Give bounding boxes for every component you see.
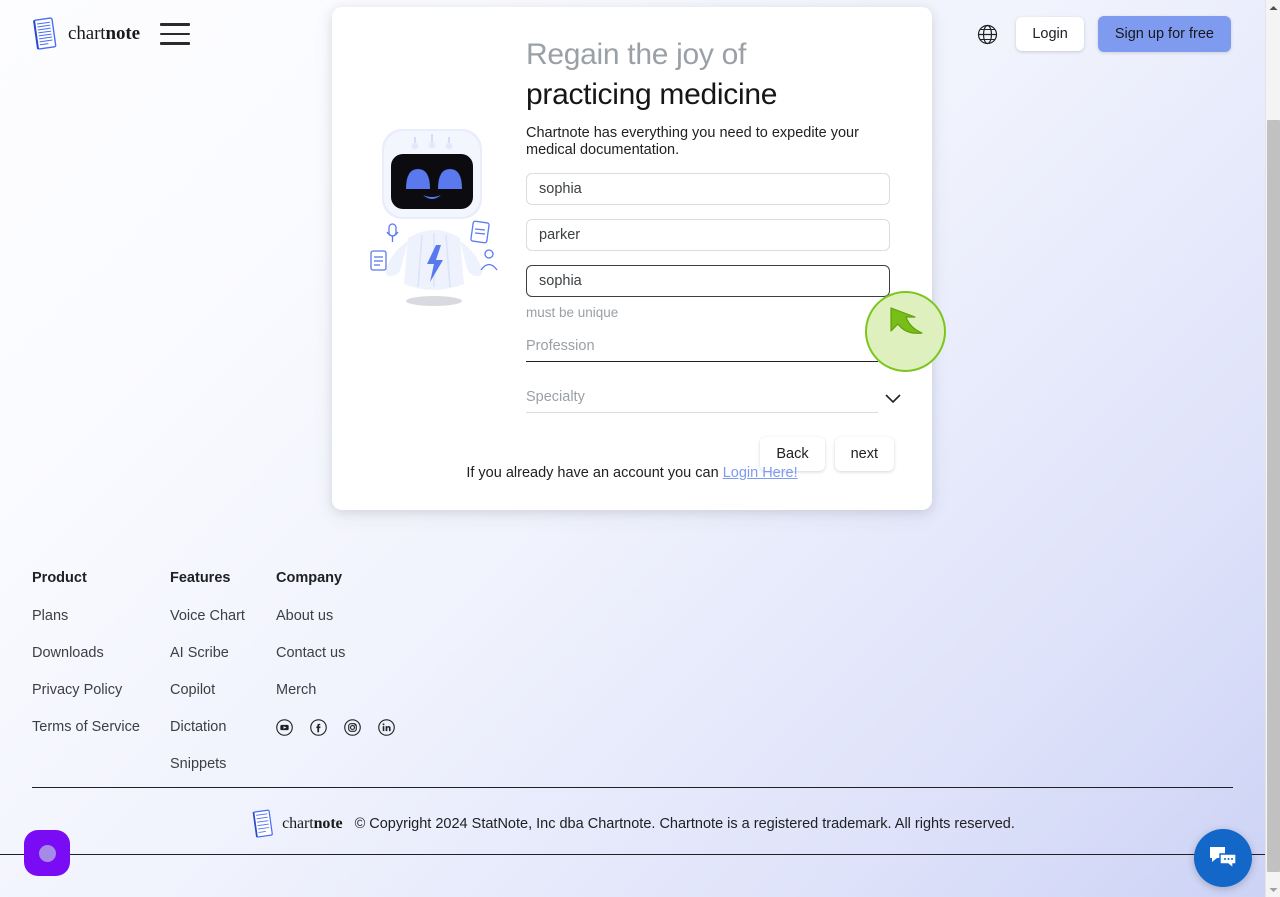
accessibility-widget-icon bbox=[38, 844, 56, 862]
globe-icon bbox=[977, 24, 997, 44]
footer-brand-light: chart bbox=[282, 815, 314, 832]
social-links bbox=[276, 719, 414, 736]
accessibility-widget-button[interactable] bbox=[24, 830, 70, 876]
footer-link-ai-scribe[interactable]: AI Scribe bbox=[170, 645, 276, 661]
site-header: chartnote Login Sign up for free bbox=[0, 0, 1265, 68]
copyright-bar: chartnote © Copyright 2024 StatNote, Inc… bbox=[0, 809, 1265, 839]
footer-heading-company: Company bbox=[276, 570, 343, 586]
last-name-input[interactable] bbox=[526, 219, 890, 251]
footer-brand-name: chartnote bbox=[282, 815, 343, 833]
existing-account-text: If you already have an account you can bbox=[466, 465, 723, 481]
scrollbar-thumb[interactable] bbox=[1267, 120, 1280, 872]
chevron-down-icon[interactable] bbox=[884, 393, 902, 407]
footer-column-features: Features Voice Chart AI Scribe Copilot D… bbox=[170, 570, 276, 793]
footer-column-product: Product Plans Downloads Privacy Policy T… bbox=[32, 570, 170, 793]
signup-form: Regain the joy of practicing medicine Ch… bbox=[520, 35, 901, 471]
signup-card: Regain the joy of practicing medicine Ch… bbox=[332, 7, 932, 510]
youtube-icon[interactable] bbox=[276, 719, 293, 736]
linkedin-icon[interactable] bbox=[378, 719, 395, 736]
footer-link-downloads[interactable]: Downloads bbox=[32, 645, 170, 661]
facebook-icon[interactable] bbox=[310, 719, 327, 736]
footer-link-copilot[interactable]: Copilot bbox=[170, 682, 276, 698]
login-button[interactable]: Login bbox=[1016, 17, 1084, 51]
footer-link-voice-chart[interactable]: Voice Chart bbox=[170, 608, 276, 624]
username-input[interactable] bbox=[526, 265, 890, 297]
profession-select-underline bbox=[526, 361, 878, 362]
brand-logo[interactable]: chartnote bbox=[30, 17, 140, 51]
first-name-input[interactable] bbox=[526, 173, 890, 205]
chat-widget-button[interactable] bbox=[1194, 829, 1252, 887]
footer-link-contact-us[interactable]: Contact us bbox=[276, 645, 414, 661]
brand-name-light: chart bbox=[68, 23, 106, 44]
footer-column-company: Company About us Contact us Merch bbox=[276, 570, 414, 793]
footer-columns: Product Plans Downloads Privacy Policy T… bbox=[32, 570, 1233, 793]
specialty-select-label: Specialty bbox=[526, 389, 585, 405]
specialty-select[interactable]: Specialty bbox=[526, 389, 901, 413]
notepad-icon bbox=[252, 809, 273, 838]
bottom-rule bbox=[0, 854, 1265, 855]
hamburger-line bbox=[159, 42, 190, 45]
hamburger-menu-icon[interactable] bbox=[159, 19, 194, 49]
login-here-link[interactable]: Login Here! bbox=[723, 465, 798, 481]
specialty-select-underline bbox=[526, 412, 878, 413]
footer-link-about-us[interactable]: About us bbox=[276, 608, 414, 624]
instagram-icon[interactable] bbox=[344, 719, 361, 736]
page-root: chartnote Login Sign up for free Regain … bbox=[0, 0, 1265, 897]
footer-link-privacy-policy[interactable]: Privacy Policy bbox=[32, 682, 170, 698]
profession-select[interactable]: Profession bbox=[526, 338, 901, 362]
scroll-down-arrow-icon[interactable] bbox=[1266, 882, 1280, 897]
signup-card-content: Regain the joy of practicing medicine Ch… bbox=[332, 7, 932, 471]
chat-bubble-icon bbox=[1210, 847, 1237, 870]
vertical-scrollbar[interactable] bbox=[1265, 0, 1280, 897]
footer-link-merch[interactable]: Merch bbox=[276, 682, 414, 698]
footer-heading-product: Product bbox=[32, 570, 87, 586]
chevron-down-icon[interactable] bbox=[884, 342, 902, 356]
robot-mascot-icon bbox=[370, 129, 498, 306]
footer-link-dictation[interactable]: Dictation bbox=[170, 719, 276, 735]
scroll-up-arrow-icon[interactable] bbox=[1266, 0, 1280, 15]
hamburger-line bbox=[159, 23, 190, 26]
notepad-icon bbox=[33, 17, 57, 50]
headline-line-2: practicing medicine bbox=[526, 78, 778, 111]
brand-name: chartnote bbox=[68, 23, 140, 45]
username-helper-text: must be unique bbox=[526, 305, 619, 320]
footer-heading-features: Features bbox=[170, 570, 231, 586]
copyright-text: © Copyright 2024 StatNote, Inc dba Chart… bbox=[354, 816, 1015, 832]
footer-brand-bold: note bbox=[313, 815, 343, 832]
footer-brand-logo[interactable]: chartnote bbox=[250, 809, 343, 839]
existing-account-prompt: If you already have an account you can L… bbox=[332, 465, 932, 481]
footer-divider bbox=[32, 787, 1233, 788]
brand-name-bold: note bbox=[105, 23, 140, 44]
header-actions: Login Sign up for free bbox=[972, 16, 1231, 52]
mascot-column bbox=[360, 35, 520, 471]
footer-link-terms-of-service[interactable]: Terms of Service bbox=[32, 719, 170, 735]
subheadline: Chartnote has everything you need to exp… bbox=[526, 125, 859, 158]
hamburger-line bbox=[159, 32, 190, 36]
site-footer: Product Plans Downloads Privacy Policy T… bbox=[0, 570, 1265, 838]
footer-link-snippets[interactable]: Snippets bbox=[170, 756, 276, 772]
language-selector-button[interactable] bbox=[972, 19, 1002, 49]
signup-button[interactable]: Sign up for free bbox=[1097, 16, 1231, 52]
profession-select-label: Profession bbox=[526, 338, 595, 354]
footer-link-plans[interactable]: Plans bbox=[32, 608, 170, 624]
